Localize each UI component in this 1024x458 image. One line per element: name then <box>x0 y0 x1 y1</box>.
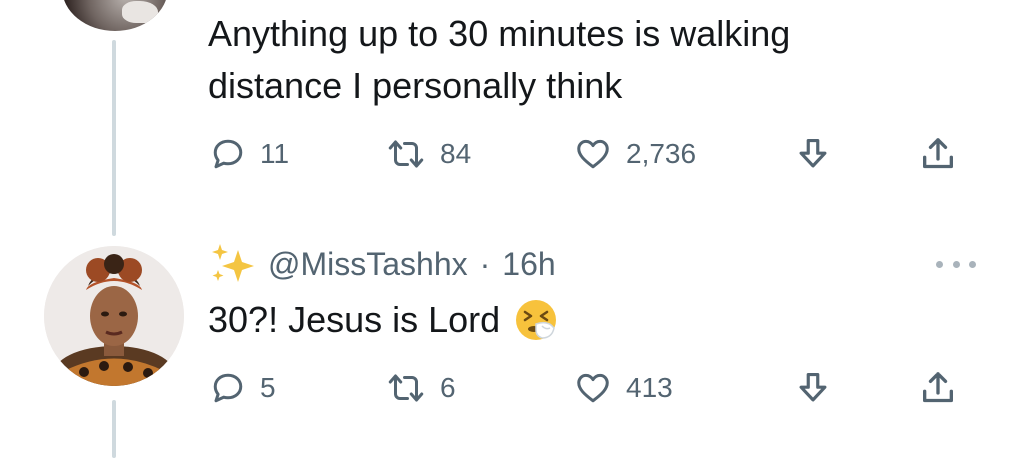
more-dot <box>969 260 976 268</box>
tweet-text-line: distance I personally think <box>208 65 623 106</box>
retweet-button[interactable]: 6 <box>386 366 456 410</box>
sparkles-icon <box>212 244 254 282</box>
like-count: 2,736 <box>626 138 697 169</box>
like-button[interactable]: 2,736 <box>574 132 696 176</box>
tweet-header: @MissTashhx · 16h <box>208 238 556 290</box>
more-dot <box>936 260 943 268</box>
share-button[interactable] <box>918 132 958 176</box>
avatar[interactable] <box>44 246 184 386</box>
avatar-image <box>44 246 184 386</box>
more-dot <box>952 260 960 268</box>
sneezing-face-emoji <box>516 300 557 340</box>
user-handle[interactable]: @MissTashhx <box>268 246 468 283</box>
separator-dot: · <box>479 245 491 282</box>
retweet-button[interactable]: 84 <box>386 132 471 176</box>
download-arrow-icon <box>799 372 827 402</box>
tweet-text: Anything up to 30 minutes is walking dis… <box>208 8 928 112</box>
thread-connector-line <box>112 400 116 458</box>
tweet-thread: Anything up to 30 minutes is walking dis… <box>0 0 1024 458</box>
download-button[interactable] <box>794 366 832 410</box>
reply-count: 11 <box>260 138 290 169</box>
previous-author-avatar[interactable] <box>62 0 168 31</box>
retweet-icon <box>388 374 424 402</box>
retweet-count: 6 <box>440 372 456 403</box>
retweet-icon <box>388 140 424 168</box>
like-button[interactable]: 413 <box>574 366 673 410</box>
share-button[interactable] <box>918 366 958 410</box>
heart-icon <box>577 373 609 403</box>
reply-button[interactable]: 5 <box>210 366 276 410</box>
tweet-text: 30?! Jesus is Lord <box>208 294 558 346</box>
download-button[interactable] <box>794 132 832 176</box>
share-icon <box>923 372 953 403</box>
tweet-text-body: 30?! Jesus is Lord <box>208 299 501 340</box>
more-options-button[interactable] <box>936 254 976 274</box>
download-arrow-icon <box>799 138 827 168</box>
thread-connector-line <box>112 40 116 236</box>
reply-icon <box>213 139 243 169</box>
tweet-actions: 5 6 413 <box>210 366 970 410</box>
reply-button[interactable]: 11 <box>210 132 289 176</box>
like-count: 413 <box>626 372 673 403</box>
reply-count: 5 <box>260 372 276 403</box>
heart-icon <box>577 139 609 169</box>
retweet-count: 84 <box>440 138 472 169</box>
tweet-text-line: Anything up to 30 minutes is walking <box>208 13 791 54</box>
reply-icon <box>213 373 243 403</box>
share-icon <box>923 138 953 169</box>
timestamp[interactable]: 16h <box>502 246 555 283</box>
tweet-actions: 11 84 2,736 <box>210 132 970 176</box>
